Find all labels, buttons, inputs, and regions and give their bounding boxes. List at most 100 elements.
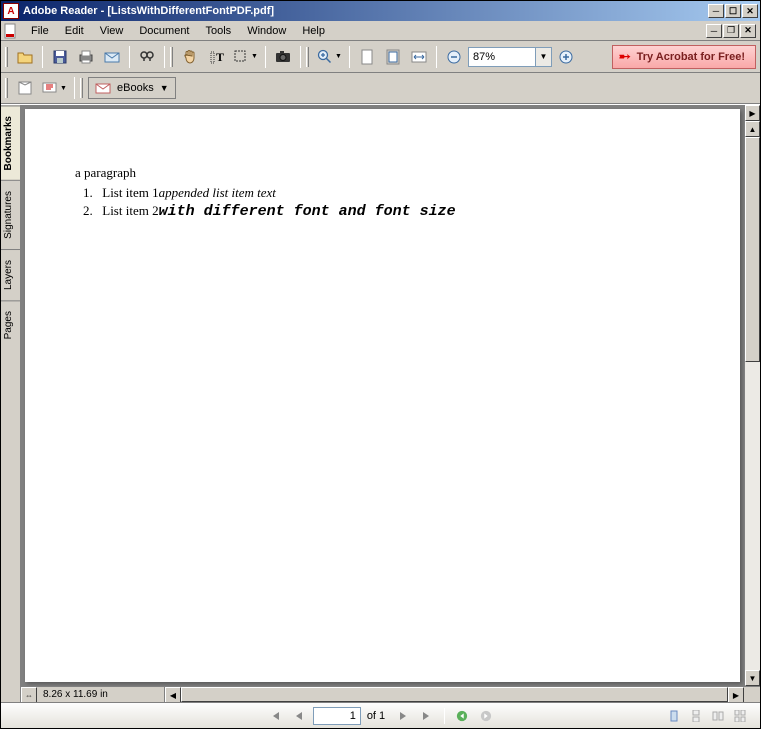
ebooks-button[interactable]: eBooks ▼ (88, 77, 176, 99)
email-button[interactable] (100, 45, 124, 69)
panel-toggle-button[interactable]: ⇔ (21, 687, 37, 702)
actual-size-button[interactable] (355, 45, 379, 69)
zoom-dropdown-button[interactable]: ▼ (536, 47, 552, 67)
vertical-scrollbar[interactable]: ▶ ▲ ▼ (744, 105, 760, 686)
pdf-page: a paragraph 1. List item 1appended list … (25, 109, 740, 682)
try-acrobat-button[interactable]: ➸ Try Acrobat for Free! (612, 45, 756, 69)
page-number-input[interactable] (313, 707, 361, 725)
separator (129, 46, 130, 68)
list-main-text: List item 2 (102, 203, 158, 218)
toolbar-grip[interactable] (5, 47, 8, 67)
prev-page-button[interactable] (289, 707, 309, 725)
search-button[interactable] (135, 45, 159, 69)
continuous-view-button[interactable] (686, 707, 706, 725)
select-tool-button[interactable]: ▼ (230, 45, 260, 69)
scroll-track[interactable] (745, 137, 760, 670)
app-window: A Adobe Reader - [ListsWithDifferentFont… (0, 0, 761, 729)
hand-tool-button[interactable] (178, 45, 202, 69)
maximize-button[interactable]: ☐ (725, 4, 741, 18)
app-icon: A (3, 3, 19, 19)
continuous-facing-view-button[interactable] (730, 707, 750, 725)
document-canvas[interactable]: a paragraph 1. List item 1appended list … (21, 105, 744, 686)
menu-view[interactable]: View (92, 23, 132, 39)
zoom-combo[interactable]: 87% ▼ (468, 47, 552, 67)
single-page-view-button[interactable] (664, 707, 684, 725)
content-area: Bookmarks Signatures Layers Pages a para… (1, 104, 760, 702)
next-page-button[interactable] (393, 707, 413, 725)
tab-bookmarks[interactable]: Bookmarks (1, 105, 20, 180)
last-page-button[interactable] (417, 707, 437, 725)
horizontal-scrollbar[interactable] (181, 687, 728, 702)
separator (349, 46, 350, 68)
toolbar-grip[interactable] (80, 78, 83, 98)
hscroll-thumb[interactable] (181, 687, 728, 702)
text-select-tool-button[interactable]: T (204, 45, 228, 69)
menu-tools[interactable]: Tools (198, 23, 240, 39)
bottom-navigation-bar: of 1 (1, 702, 760, 728)
scroll-right-button[interactable]: ▶ (728, 687, 744, 702)
ebooks-icon (95, 80, 111, 96)
scroll-left-button[interactable]: ◀ (165, 687, 181, 702)
list-appended-text: appended list item text (159, 185, 276, 200)
chevron-down-icon: ▼ (160, 83, 169, 93)
snapshot-tool-button[interactable] (271, 45, 295, 69)
reading-button[interactable] (13, 76, 37, 100)
menubar: File Edit View Document Tools Window Hel… (1, 21, 760, 41)
tab-signatures[interactable]: Signatures (1, 180, 20, 249)
menu-document[interactable]: Document (131, 23, 197, 39)
toolbar-grip[interactable] (5, 78, 8, 98)
menu-file[interactable]: File (23, 23, 57, 39)
fit-page-button[interactable] (381, 45, 405, 69)
window-controls: ─ ☐ ✕ (708, 4, 758, 18)
separator (74, 77, 75, 99)
facing-view-button[interactable] (708, 707, 728, 725)
list-item: 2. List item 2with different font and fo… (83, 203, 690, 220)
zoom-value[interactable]: 87% (468, 47, 536, 67)
zoom-in-button[interactable]: ▼ (314, 45, 344, 69)
svg-text:T: T (216, 50, 224, 64)
toolbar-grip[interactable] (170, 47, 173, 67)
menu-edit[interactable]: Edit (57, 23, 92, 39)
document-scroll-container: a paragraph 1. List item 1appended list … (21, 105, 760, 686)
mdi-minimize-button[interactable]: ─ (706, 24, 722, 38)
zoom-in-plus-button[interactable] (554, 45, 578, 69)
go-back-button[interactable] (452, 707, 472, 725)
fit-width-button[interactable] (407, 45, 431, 69)
menu-help[interactable]: Help (294, 23, 333, 39)
document-icon (3, 23, 19, 39)
scroll-thumb[interactable] (745, 137, 760, 362)
close-button[interactable]: ✕ (742, 4, 758, 18)
first-page-button[interactable] (265, 707, 285, 725)
list-number: 2. (83, 203, 99, 219)
scroll-line-up-button[interactable]: ▲ (745, 121, 760, 137)
toolbar-grip[interactable] (306, 47, 309, 67)
scroll-line-down-button[interactable]: ▼ (745, 670, 760, 686)
window-title: Adobe Reader - [ListsWithDifferentFontPD… (23, 5, 708, 17)
navigation-panel-tabs: Bookmarks Signatures Layers Pages (1, 105, 21, 702)
ebooks-label: eBooks (117, 82, 154, 94)
print-button[interactable] (74, 45, 98, 69)
review-dropdown-button[interactable]: ▼ (39, 76, 69, 100)
toolbar-secondary: ▼ eBooks ▼ (1, 73, 760, 104)
tab-pages[interactable]: Pages (1, 300, 20, 349)
menu-window[interactable]: Window (239, 23, 294, 39)
page-layout-buttons (664, 707, 750, 725)
go-forward-button[interactable] (476, 707, 496, 725)
zoom-out-button[interactable] (442, 45, 466, 69)
minimize-button[interactable]: ─ (708, 4, 724, 18)
separator (436, 46, 437, 68)
tab-layers[interactable]: Layers (1, 249, 20, 300)
page-number-field: of 1 (313, 707, 389, 725)
separator (164, 46, 165, 68)
document-viewport: a paragraph 1. List item 1appended list … (21, 105, 760, 702)
mdi-close-button[interactable]: ✕ (740, 24, 756, 38)
save-button[interactable] (48, 45, 72, 69)
separator (300, 46, 301, 68)
open-button[interactable] (13, 45, 37, 69)
mdi-restore-button[interactable]: ❐ (723, 24, 739, 38)
list-item: 1. List item 1appended list item text (83, 185, 690, 201)
horizontal-scroll-row: ⇔ 8.26 x 11.69 in ◀ ▶ (21, 686, 760, 702)
scroll-up-button[interactable]: ▶ (745, 105, 760, 121)
toolbar-main: T ▼ ▼ 87% ▼ ➸ Try Acrobat for Free! (1, 41, 760, 73)
separator (265, 46, 266, 68)
